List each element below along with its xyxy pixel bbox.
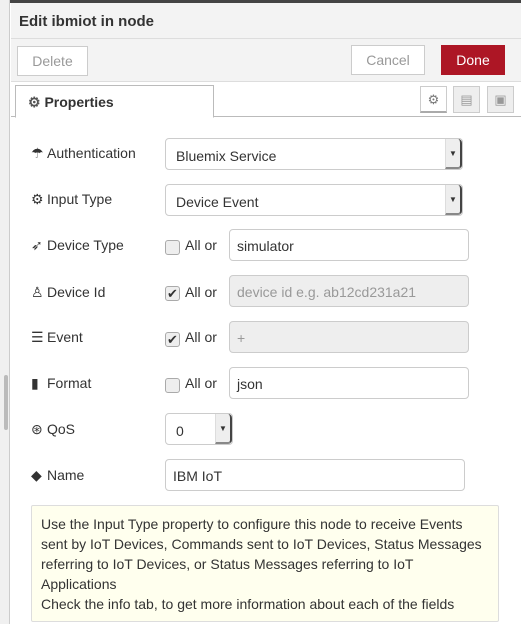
caret-down-icon: ▼ xyxy=(215,414,232,444)
scrollbar[interactable] xyxy=(4,375,8,430)
appearance-tab-icon[interactable]: ▣ xyxy=(487,86,514,113)
event-input[interactable]: + xyxy=(229,321,469,353)
tasks-icon: ☰ xyxy=(31,329,44,345)
format-input[interactable]: json xyxy=(229,367,469,399)
tab-bar: ⚙ Properties ⚙ ▤ ▣ xyxy=(11,82,521,118)
dialog-toolbar: Delete Cancel Done xyxy=(11,39,521,82)
format-all-checkbox[interactable] xyxy=(165,378,180,393)
asterisk-circle-icon: ⊛ xyxy=(31,421,43,437)
help-tip: Use the Input Type property to configure… xyxy=(31,505,499,622)
name-label: ◆ Name xyxy=(31,467,85,483)
cancel-button[interactable]: Cancel xyxy=(351,45,425,75)
qos-label: ⊛ QoS xyxy=(31,421,76,437)
frame-icon: ▣ xyxy=(494,92,507,107)
rocket-icon: ➶ xyxy=(31,237,43,253)
name-input[interactable]: IBM IoT xyxy=(165,459,465,491)
all-or-label: All or xyxy=(185,375,217,391)
all-or-label: All or xyxy=(185,284,217,300)
event-all-checkbox[interactable]: ✔ xyxy=(165,332,180,347)
all-or-label: All or xyxy=(185,237,217,253)
device-type-all-checkbox[interactable] xyxy=(165,240,180,255)
authentication-select[interactable]: Bluemix Service ▼ xyxy=(165,138,463,170)
event-label: ☰ Event xyxy=(31,329,83,345)
device-id-all-checkbox[interactable]: ✔ xyxy=(165,286,180,301)
delete-button[interactable]: Delete xyxy=(17,46,88,76)
file-icon: ▮ xyxy=(31,375,39,391)
input-type-select[interactable]: Device Event ▼ xyxy=(165,184,463,216)
caret-down-icon: ▼ xyxy=(445,185,462,215)
device-id-label: ♙ Device Id xyxy=(31,284,106,300)
gear-icon: ⚙ xyxy=(28,94,41,110)
device-type-label: ➶ Device Type xyxy=(31,237,124,253)
tab-label: Properties xyxy=(44,94,114,110)
tip-text: Use the Input Type property to configure… xyxy=(41,516,482,592)
device-id-input[interactable]: device id e.g. ab12cd231a21 xyxy=(229,275,469,307)
qos-select[interactable]: 0 ▼ xyxy=(165,413,233,445)
device-type-input[interactable]: simulator xyxy=(229,229,469,261)
user-icon: ♙ xyxy=(31,284,44,300)
gear-icon: ⚙ xyxy=(427,92,440,107)
tab-properties[interactable]: ⚙ Properties xyxy=(15,85,214,118)
workspace-edge xyxy=(0,0,10,624)
dialog-title: Edit ibmiot in node xyxy=(11,3,521,39)
done-button[interactable]: Done xyxy=(441,45,505,75)
tag-icon: ◆ xyxy=(31,467,42,483)
gears-icon: ⚙ xyxy=(31,191,44,207)
tip-text: Check the info tab, to get more informat… xyxy=(41,596,455,612)
settings-tab-icon[interactable]: ⚙ xyxy=(420,86,447,113)
file-text-icon: ▤ xyxy=(460,92,473,107)
format-label: ▮ Format xyxy=(31,375,92,391)
all-or-label: All or xyxy=(185,329,217,345)
authentication-label: ☂ Authentication xyxy=(31,145,136,161)
caret-down-icon: ▼ xyxy=(445,139,462,169)
input-type-label: ⚙ Input Type xyxy=(31,191,113,207)
umbrella-icon: ☂ xyxy=(31,145,44,161)
description-tab-icon[interactable]: ▤ xyxy=(453,86,480,113)
